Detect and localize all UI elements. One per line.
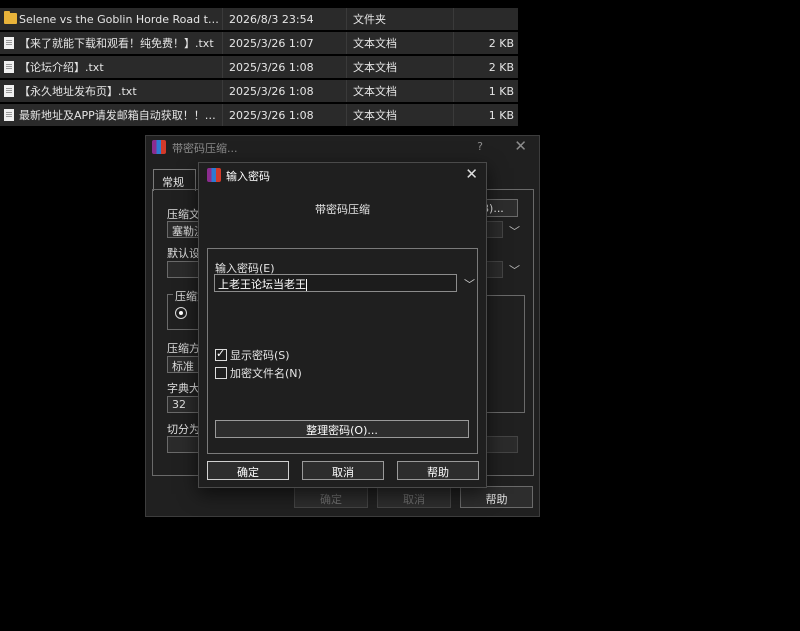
ok-button[interactable]: 确定	[207, 461, 289, 480]
password-input[interactable]: 上老王论坛当老王	[214, 274, 457, 292]
column-divider	[346, 104, 347, 126]
archive-cancel-button[interactable]: 取消	[377, 486, 451, 508]
password-dialog-title: 输入密码	[226, 170, 270, 183]
help-icon[interactable]: ?	[477, 140, 483, 153]
column-divider	[346, 80, 347, 102]
file-type: 文本文档	[353, 37, 397, 50]
file-row[interactable]: 【来了就能下载和观看！纯免费！】.txt 2025/3/26 1:07 文本文档…	[0, 32, 518, 54]
column-divider	[346, 32, 347, 54]
file-type: 文本文档	[353, 61, 397, 74]
file-date: 2025/3/26 1:08	[229, 108, 314, 122]
text-caret	[306, 279, 307, 291]
file-row[interactable]: Selene vs the Goblin Horde Road to ... 2…	[0, 8, 518, 30]
column-divider	[453, 104, 454, 126]
dialog-subtitle: 带密码压缩	[315, 203, 370, 216]
file-row[interactable]: 【论坛介绍】.txt 2025/3/26 1:08 文本文档 2 KB	[0, 56, 518, 78]
column-divider	[346, 56, 347, 78]
column-divider	[222, 32, 223, 54]
dictionary-size-label: 字典大	[167, 382, 200, 395]
column-divider	[346, 8, 347, 30]
column-divider	[222, 104, 223, 126]
column-divider	[453, 56, 454, 78]
column-divider	[222, 8, 223, 30]
text-file-icon	[4, 61, 14, 73]
archive-name-label: 压缩文	[167, 208, 200, 221]
show-password-label: 显示密码(S)	[230, 349, 290, 362]
file-date: 2025/3/26 1:07	[229, 36, 314, 50]
close-icon[interactable]: ✕	[465, 165, 478, 183]
column-divider	[453, 80, 454, 102]
chevron-down-icon[interactable]: ﹀	[509, 262, 520, 278]
folder-icon	[4, 11, 17, 24]
file-name: Selene vs the Goblin Horde Road to ...	[19, 12, 219, 26]
enter-password-dialog: 输入密码 ✕ 带密码压缩 输入密码(E) 上老王论坛当老王 ﹀ 显示密码(S) …	[198, 162, 487, 488]
show-password-option[interactable]: 显示密码(S)	[215, 347, 290, 363]
default-profile-label: 默认设	[167, 247, 200, 260]
file-name: 【来了就能下载和观看！纯免费！】.txt	[19, 37, 214, 50]
format-radio[interactable]	[175, 307, 187, 319]
file-date: 2025/3/26 1:08	[229, 60, 314, 74]
password-dialog-titlebar[interactable]: 输入密码 ✕	[199, 163, 486, 187]
file-name: 最新地址及APP请发邮箱自动获取！！！...	[19, 109, 219, 122]
file-row[interactable]: 最新地址及APP请发邮箱自动获取！！！... 2025/3/26 1:08 文本…	[0, 104, 518, 126]
column-divider	[453, 8, 454, 30]
file-list: Selene vs the Goblin Horde Road to ... 2…	[0, 8, 518, 128]
archive-dialog-title: 带密码压缩...	[172, 142, 238, 155]
winrar-icon	[152, 140, 166, 154]
file-name: 【永久地址发布页】.txt	[19, 85, 137, 98]
compression-method-label: 压缩方	[167, 342, 200, 355]
text-file-icon	[4, 85, 14, 97]
archive-dialog-titlebar[interactable]: 带密码压缩... ? ✕	[146, 136, 539, 158]
file-size: 2 KB	[488, 60, 514, 74]
password-group: 输入密码(E) 上老王论坛当老王 ﹀ 显示密码(S) 加密文件名(N) 整理密码…	[207, 248, 478, 454]
options-group	[483, 295, 525, 413]
file-type: 文本文档	[353, 85, 397, 98]
split-volume-label: 切分为	[167, 423, 200, 436]
chevron-down-icon[interactable]: ﹀	[509, 223, 520, 239]
text-file-icon	[4, 109, 14, 121]
text-file-icon	[4, 37, 14, 49]
file-size: 1 KB	[488, 84, 514, 98]
file-date: 2026/8/3 23:54	[229, 12, 314, 26]
file-date: 2025/3/26 1:08	[229, 84, 314, 98]
password-text: 上老王论坛当老王	[218, 278, 306, 291]
file-size: 1 KB	[488, 108, 514, 122]
file-name: 【论坛介绍】.txt	[19, 61, 104, 74]
file-row[interactable]: 【永久地址发布页】.txt 2025/3/26 1:08 文本文档 1 KB	[0, 80, 518, 102]
encrypt-file-names-option[interactable]: 加密文件名(N)	[215, 365, 302, 381]
encrypt-file-names-label: 加密文件名(N)	[230, 367, 302, 380]
encrypt-file-names-checkbox[interactable]	[215, 367, 227, 379]
cancel-button[interactable]: 取消	[302, 461, 384, 480]
column-divider	[453, 32, 454, 54]
archive-ok-button[interactable]: 确定	[294, 486, 368, 508]
close-icon[interactable]: ✕	[514, 137, 527, 155]
archive-help-button[interactable]: 帮助	[460, 486, 533, 508]
organize-passwords-button[interactable]: 整理密码(O)...	[215, 420, 469, 438]
chevron-down-icon[interactable]: ﹀	[464, 276, 475, 292]
file-size: 2 KB	[488, 36, 514, 50]
help-button[interactable]: 帮助	[397, 461, 479, 480]
file-type: 文本文档	[353, 109, 397, 122]
tab-general[interactable]: 常规	[153, 169, 196, 191]
column-divider	[222, 80, 223, 102]
show-password-checkbox[interactable]	[215, 347, 227, 361]
column-divider	[222, 56, 223, 78]
file-type: 文件夹	[353, 13, 386, 26]
winrar-icon	[207, 168, 221, 182]
